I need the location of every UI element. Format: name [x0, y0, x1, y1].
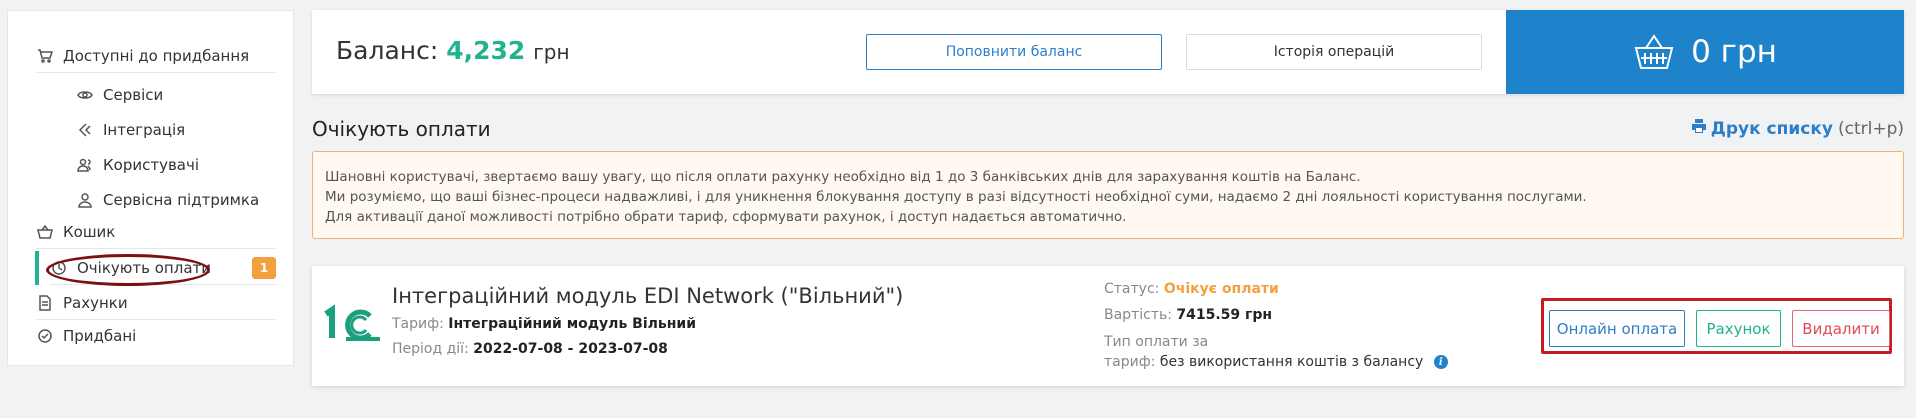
sidebar-item-label: Доступні до придбання [63, 46, 250, 65]
sidebar-item-services[interactable]: Сервіси [76, 78, 276, 112]
basket-icon [36, 223, 54, 241]
tariff-label: Тариф: [392, 316, 444, 332]
sidebar-item-awaiting-payment[interactable]: Очікують оплати 1 [50, 251, 276, 285]
payment-type-value: без використання коштів з балансу [1159, 354, 1424, 370]
sidebar-item-label: Кошик [63, 222, 116, 241]
sidebar-item-purchased[interactable]: Придбані [36, 319, 276, 353]
integration-icon [76, 121, 94, 139]
balance-display: Баланс: 4,232 грн [336, 36, 570, 65]
eye-icon [76, 86, 94, 104]
period-label: Період дії: [392, 341, 469, 357]
sidebar-item-users[interactable]: Користувачі [76, 148, 276, 182]
notice-line: Для активації даної можливості потрібно … [325, 209, 1127, 225]
notice-line: Шановні користувачі, звертаємо вашу уваг… [325, 169, 1361, 185]
sidebar-item-label: Очікують оплати [77, 258, 211, 277]
sidebar-item-integration[interactable]: Інтеграція [76, 113, 276, 147]
balance-label: Баланс: [336, 36, 439, 65]
balance-currency: грн [533, 40, 570, 64]
sidebar-item-label: Сервісна підтримка [103, 191, 260, 209]
sidebar: Доступні до придбання Сервіси Інтеграція… [7, 10, 294, 366]
clock-icon [50, 259, 68, 277]
topup-balance-button[interactable]: Поповнити баланс [866, 34, 1162, 70]
order-title: Інтеграційний модуль EDI Network ("Вільн… [392, 284, 904, 308]
order-card: Інтеграційний модуль EDI Network ("Вільн… [312, 266, 1904, 386]
payment-type-row: тариф: без використання коштів з балансу… [1104, 354, 1448, 370]
basket-icon [1634, 34, 1674, 69]
balance-bar: Баланс: 4,232 грн Поповнити баланс Істор… [312, 10, 1904, 94]
online-payment-button[interactable]: Онлайн оплата [1549, 310, 1685, 347]
balance-amount: 4,232 [446, 36, 526, 65]
sidebar-item-basket[interactable]: Кошик [36, 215, 276, 249]
cost-label: Вартість: [1104, 307, 1172, 323]
users-icon [76, 156, 94, 174]
print-list-link[interactable]: Друк списку (ctrl+p) [1691, 118, 1904, 139]
sidebar-item-label: Придбані [63, 327, 137, 345]
cost-value: 7415.59 грн [1176, 307, 1273, 323]
cart-total: 0 грн [1691, 34, 1777, 70]
sidebar-item-label: Інтеграція [103, 121, 186, 139]
cart-icon [36, 47, 54, 65]
1c-logo [324, 304, 380, 341]
invoice-button[interactable]: Рахунок [1696, 310, 1781, 347]
sidebar-item-label: Користувачі [103, 156, 200, 174]
actions-highlight: Онлайн оплата Рахунок Видалити [1541, 298, 1892, 354]
period-row: Період дії: 2022-07-08 - 2023-07-08 [392, 341, 668, 357]
printer-icon [1691, 118, 1711, 139]
tariff-row: Тариф: Інтеграційний модуль Вільний [392, 316, 696, 332]
sidebar-item-label: Сервіси [103, 86, 164, 104]
payment-type-label-line1: Тип оплати за [1104, 334, 1209, 350]
payment-notice: Шановні користувачі, звертаємо вашу уваг… [312, 151, 1904, 239]
cart-summary[interactable]: 0 грн [1506, 10, 1904, 94]
notice-line: Ми розуміємо, що ваші бізнес-процеси над… [325, 189, 1587, 205]
page-title: Очікують оплати [312, 117, 491, 141]
sidebar-item-support[interactable]: Сервісна підтримка [76, 183, 276, 217]
tariff-value: Інтеграційний модуль Вільний [448, 316, 697, 332]
print-shortcut-hint: (ctrl+p) [1837, 118, 1904, 139]
sidebar-item-available[interactable]: Доступні до придбання [36, 39, 276, 73]
count-badge: 1 [252, 256, 276, 279]
document-icon [36, 294, 54, 312]
status-value: Очікує оплати [1163, 281, 1279, 297]
info-icon[interactable]: i [1433, 355, 1448, 369]
sidebar-item-label: Рахунки [63, 293, 128, 312]
payment-type-label: тариф: [1104, 354, 1156, 370]
check-circle-icon [36, 327, 54, 345]
status-label: Статус: [1104, 281, 1160, 297]
period-value: 2022-07-08 - 2023-07-08 [473, 341, 668, 357]
sidebar-item-invoices[interactable]: Рахунки [36, 286, 276, 320]
active-indicator [35, 251, 39, 285]
status-row: Статус: Очікує оплати [1104, 281, 1279, 297]
support-icon [76, 191, 94, 209]
cost-row: Вартість: 7415.59 грн [1104, 307, 1272, 323]
operations-history-button[interactable]: Історія операцій [1186, 34, 1482, 70]
delete-button[interactable]: Видалити [1792, 310, 1890, 347]
print-list-label: Друк списку [1710, 118, 1833, 139]
